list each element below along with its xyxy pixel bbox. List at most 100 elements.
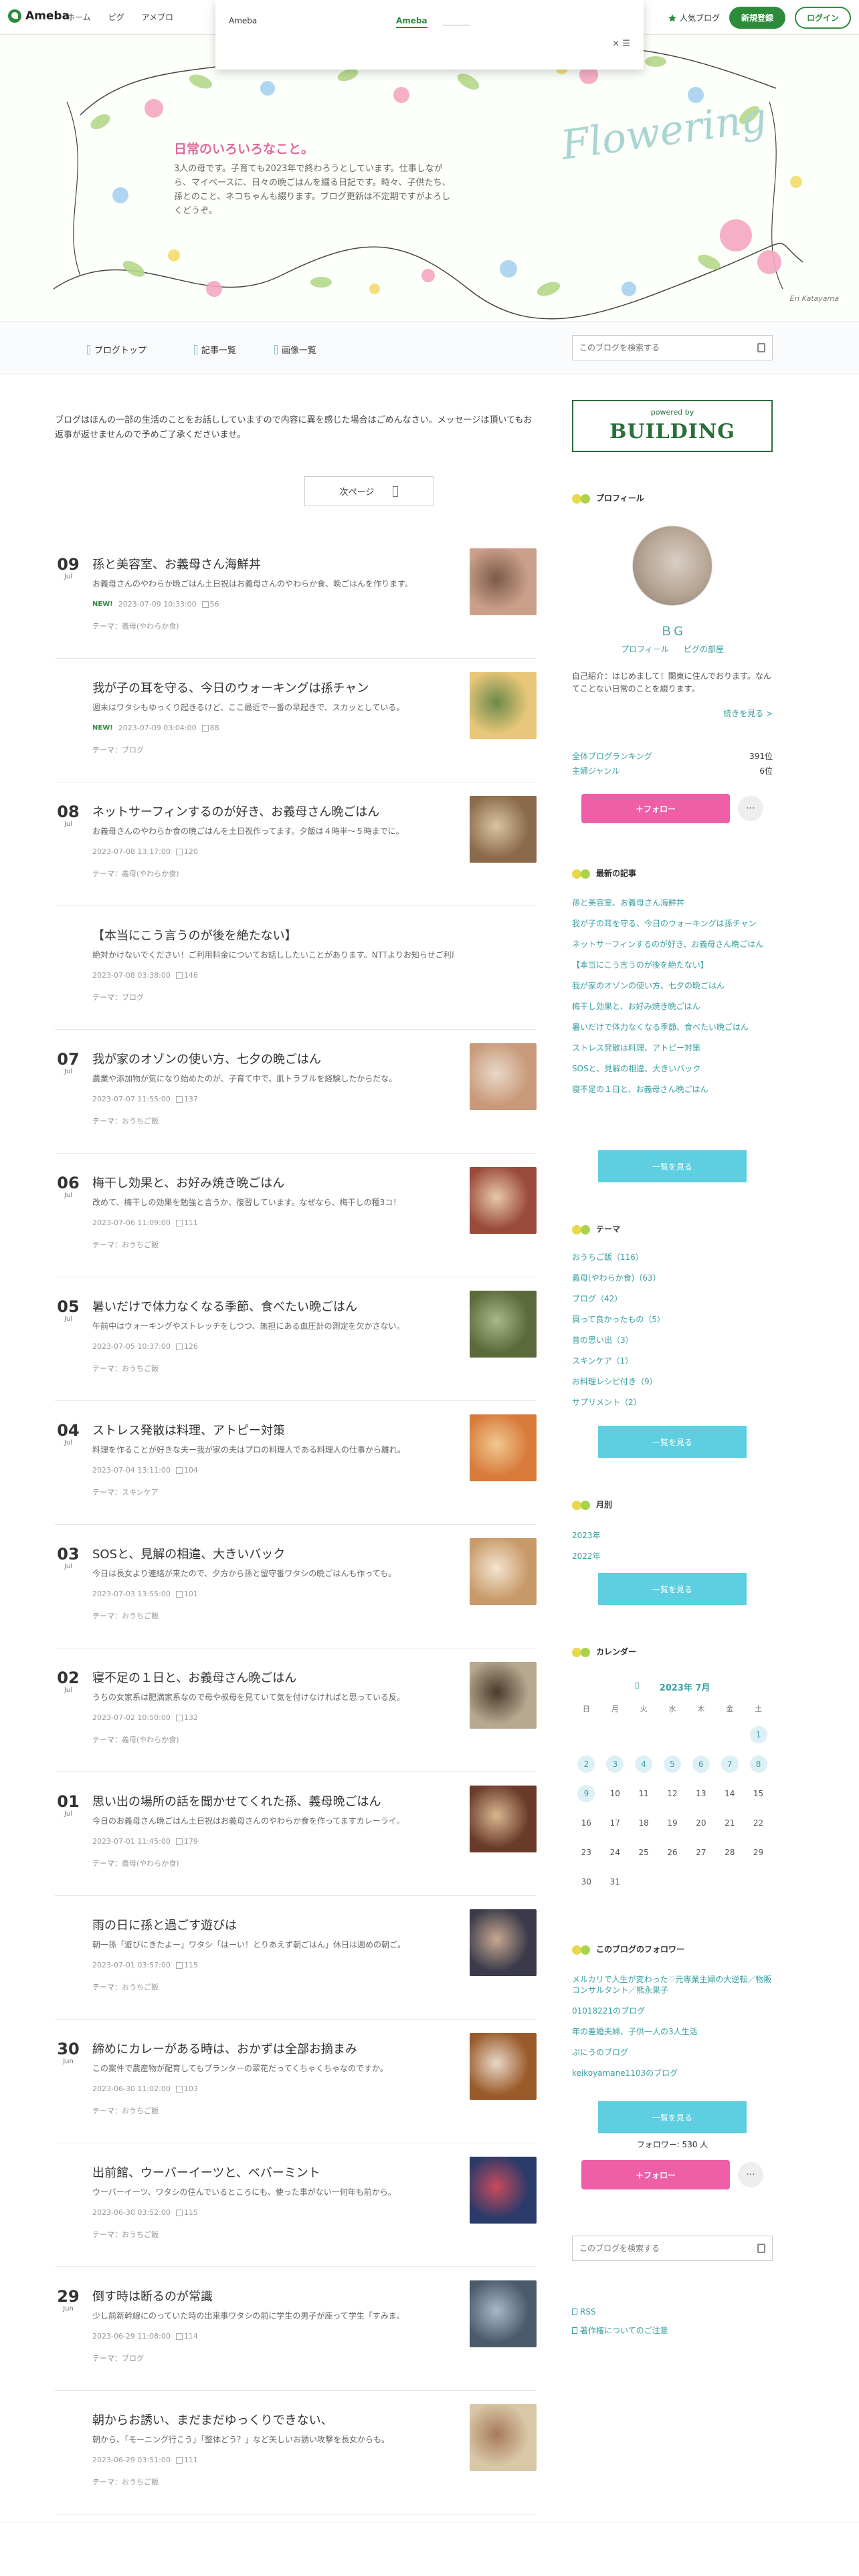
entry-title[interactable]: 雨の日に孫と過ごす遊びは <box>92 1916 454 1933</box>
entry-thumbnail[interactable] <box>470 2033 537 2100</box>
pigg-room-link[interactable]: ピグの部屋 <box>684 643 724 655</box>
blog-title[interactable]: 日常のいろいろなこと。 <box>174 139 314 157</box>
entry-title[interactable]: 寝不足の１日と、お義母さん晩ごはん <box>92 1669 454 1686</box>
entry-theme-link[interactable]: 義母(やわらか食) <box>122 1735 179 1744</box>
theme-link[interactable]: 買って良かったもの（5） <box>572 1314 773 1325</box>
entry-theme-link[interactable]: ブログ <box>122 2354 144 2363</box>
theme-link[interactable]: お料理レシピ付き（9） <box>572 1376 773 1387</box>
entry-title[interactable]: 思い出の場所の話を聞かせてくれた孫、義母晩ごはん <box>92 1792 454 1810</box>
calendar-day[interactable]: 8 <box>744 1755 773 1773</box>
entry-item[interactable]: 05 Jul 暑いだけで体力なくなる季節、食べたい晩ごはん 午前中はウォーキングやスト… <box>55 1277 537 1401</box>
avatar[interactable] <box>632 526 712 606</box>
entry-title[interactable]: 朝からお誘い、まだまだゆっくりできない、 <box>92 2411 454 2428</box>
month-link[interactable]: 2022年 <box>572 1551 773 1562</box>
nav-home[interactable]: ホーム <box>67 11 91 23</box>
profile-more-link[interactable]: 続きを見る > <box>572 708 773 719</box>
entry-title[interactable]: 我が家のオゾンの使い方、七夕の晩ごはん <box>92 1050 454 1067</box>
entry-thumbnail[interactable] <box>470 672 537 739</box>
entry-theme-link[interactable]: ブログ <box>122 746 144 754</box>
nav-image-list[interactable]: 画像一覧 <box>274 343 316 356</box>
calendar-prev-icon[interactable]: ▯ <box>635 1681 640 1693</box>
entry-comment-count[interactable]: 120 <box>176 847 198 856</box>
calendar-day[interactable]: 1 <box>744 1726 773 1743</box>
entry-item[interactable]: 04 Jul ストレス発散は料理、アトピー対策 料理を作ることが好きな夫ー我が家の夫は… <box>55 1401 537 1525</box>
profile-link[interactable]: プロフィール <box>621 643 669 655</box>
nav-ameblo[interactable]: アメブロ <box>142 11 173 23</box>
theme-link[interactable]: サプリメント（2） <box>572 1397 773 1408</box>
more-options-button[interactable]: ··· <box>738 796 763 821</box>
recent-entry-link[interactable]: 我が子の耳を守る、今日のウォーキングは孫チャン <box>572 918 773 929</box>
entry-thumbnail[interactable] <box>470 548 537 615</box>
calendar-day[interactable]: 2 <box>572 1755 601 1773</box>
profile-name[interactable]: ＢＧ <box>572 622 773 639</box>
theme-link[interactable]: ブログ（42） <box>572 1293 773 1304</box>
entry-theme-link[interactable]: おうちご飯 <box>122 2230 159 2239</box>
entry-item[interactable]: 06 Jul 梅干し効果と、お好み焼き晩ごはん 改めて、梅干しの効果を勉強と言うか、復… <box>55 1154 537 1277</box>
entry-thumbnail[interactable] <box>470 1291 537 1358</box>
entry-thumbnail[interactable] <box>470 2280 537 2347</box>
theme-link[interactable]: 義母(やわらか食)（63） <box>572 1273 773 1283</box>
entry-theme-link[interactable]: おうちご飯 <box>122 1241 159 1249</box>
recent-see-all-button[interactable]: 一覧を見る <box>598 1150 747 1182</box>
copyright-link[interactable]: 著作権についてのご注意 <box>572 2325 773 2336</box>
search-icon[interactable] <box>757 343 765 352</box>
entry-item[interactable]: 01 Jul 思い出の場所の話を聞かせてくれた孫、義母晩ごはん 今日のお義母さん晩ごは… <box>55 1772 537 1896</box>
search-icon[interactable] <box>757 2244 765 2253</box>
entry-theme-link[interactable]: 義母(やわらか食) <box>122 622 179 631</box>
entry-title[interactable]: ネットサーフィンするのが好き、お義母さん晩ごはん <box>92 802 454 820</box>
popup-tab[interactable]: Ameba <box>396 16 427 28</box>
entry-comment-count[interactable]: 56 <box>202 600 219 609</box>
entry-item[interactable]: 30 Jun 締めにカレーがある時は、おかずは全部お摘まみ この案件で農産物が配育して… <box>55 2020 537 2143</box>
entry-comment-count[interactable]: 114 <box>176 2332 198 2341</box>
nav-entry-list[interactable]: 記事一覧 <box>194 343 236 356</box>
entry-title[interactable]: 倒す時は断るのが常識 <box>92 2287 454 2304</box>
entry-item[interactable]: 02 Jul 寝不足の１日と、お義母さん晩ごはん うちの女家系は肥満家系なので母や叔母… <box>55 1648 537 1772</box>
theme-link[interactable]: スキンケア（1） <box>572 1356 773 1366</box>
entry-theme-link[interactable]: おうちご飯 <box>122 2478 159 2486</box>
recent-entry-link[interactable]: ネットサーフィンするのが好き、お義母さん晩ごはん <box>572 939 773 950</box>
entry-thumbnail[interactable] <box>470 1909 537 1976</box>
followers-see-all-button[interactable]: 一覧を見る <box>598 2101 747 2133</box>
entry-theme-link[interactable]: スキンケア <box>122 1488 159 1497</box>
theme-see-all-button[interactable]: 一覧を見る <box>598 1426 747 1458</box>
genre-ranking[interactable]: 主婦ジャンル 6位 <box>572 765 773 776</box>
entry-comment-count[interactable]: 111 <box>176 1218 198 1227</box>
entry-theme-link[interactable]: ブログ <box>122 993 144 1002</box>
entry-comment-count[interactable]: 146 <box>176 971 198 980</box>
entry-comment-count[interactable]: 101 <box>176 1590 198 1598</box>
popup-input[interactable] <box>443 16 470 25</box>
entry-thumbnail[interactable] <box>470 1786 537 1852</box>
entry-title[interactable]: 梅干し効果と、お好み焼き晩ごはん <box>92 1174 454 1191</box>
entry-thumbnail[interactable] <box>470 1043 537 1110</box>
follower-link[interactable]: ぷにうのブログ <box>572 2047 773 2058</box>
calendar-day[interactable]: 5 <box>658 1755 687 1773</box>
entry-theme-link[interactable]: おうちご飯 <box>122 1364 159 1373</box>
recent-entry-link[interactable]: 【本当にこう言うのが後を絶たない】 <box>572 960 773 970</box>
follower-link[interactable]: 年の差婚夫婦、子供一人の3人生活 <box>572 2026 773 2037</box>
popular-blog-link[interactable]: 人気ブログ <box>668 12 720 23</box>
more-options-button-bottom[interactable]: ··· <box>738 2162 763 2187</box>
follow-button-bottom[interactable]: ＋フォロー <box>581 2160 730 2189</box>
theme-link[interactable]: おうちご飯（116） <box>572 1252 773 1263</box>
recent-entry-link[interactable]: 寝不足の１日と、お義母さん晩ごはん <box>572 1084 773 1095</box>
entry-comment-count[interactable]: 111 <box>176 2456 198 2464</box>
entry-item[interactable]: 03 Jul SOSと、見解の相違、大きいバック 今日は長女より連絡が来たので、夕方か… <box>55 1525 537 1648</box>
recent-entry-link[interactable]: ストレス発散は料理、アトピー対策 <box>572 1043 773 1053</box>
entry-comment-count[interactable]: 179 <box>176 1837 198 1846</box>
entry-item[interactable]: 【本当にこう言うのが後を絶たない】 絶対かけないでください！ご利用料金についてお話… <box>55 906 537 1030</box>
entry-thumbnail[interactable] <box>470 1538 537 1605</box>
entry-comment-count[interactable]: 88 <box>202 724 219 732</box>
entry-title[interactable]: 暑いだけで体力なくなる季節、食べたい晩ごはん <box>92 1297 454 1315</box>
entry-theme-link[interactable]: 義母(やわらか食) <box>122 869 179 878</box>
entry-comment-count[interactable]: 132 <box>176 1713 198 1722</box>
sidebar-ad[interactable]: powered by BUILDING <box>572 400 773 452</box>
sidebar-search-input[interactable] <box>579 2244 757 2253</box>
entry-theme-link[interactable]: 義母(やわらか食) <box>122 1859 179 1868</box>
ameba-logo[interactable]: Ameba <box>8 9 70 23</box>
entry-thumbnail[interactable] <box>470 2157 537 2224</box>
entry-thumbnail[interactable] <box>470 796 537 863</box>
entry-thumbnail[interactable] <box>470 1414 537 1481</box>
search-input[interactable] <box>579 343 757 352</box>
entry-comment-count[interactable]: 103 <box>176 2084 198 2093</box>
calendar-day[interactable]: 6 <box>686 1755 715 1773</box>
